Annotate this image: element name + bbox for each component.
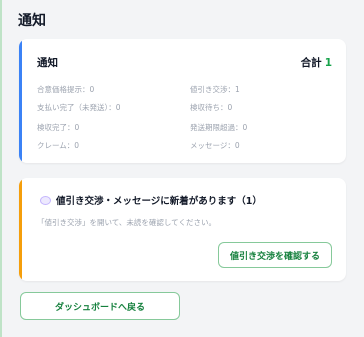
stat-price-offer: 合意価格提示：0: [37, 85, 95, 94]
summary-total: 合計 1: [301, 55, 332, 70]
total-count: 1: [324, 57, 332, 69]
page-title: 通知: [18, 13, 46, 29]
summary-title: 通知: [37, 57, 58, 69]
back-to-dashboard-button[interactable]: ダッシュボードへ戻る: [20, 292, 180, 320]
check-negotiation-button[interactable]: 値引き交渉を確認する: [218, 242, 332, 268]
total-label: 合計: [300, 57, 322, 69]
stat-claims: クレーム：0: [37, 141, 80, 150]
stat-payment-complete: 支払い完了（未発送）：0: [37, 103, 121, 112]
speech-bubble-icon: [40, 195, 51, 205]
stat-price-negotiation: 値引き交渉：1: [190, 85, 240, 94]
stat-inspection-complete: 検収完了：0: [37, 123, 80, 132]
page-left-border: [0, 0, 2, 337]
alert-description: 「値引き交渉」を開いて、未読を確認してください。: [37, 218, 216, 227]
alert-heading: 値引き交渉・メッセージに新着があります（1）: [56, 196, 262, 207]
notification-summary-card: 通知 合計 1 合意価格提示：0 値引き交渉：1 支払い完了（未発送）：0 検収待…: [19, 39, 346, 163]
alert-accent-bar: [19, 178, 22, 281]
stat-awaiting-inspection: 検収待ち：0: [190, 103, 233, 112]
stat-shipping-overdue: 発送期限超過：0: [190, 123, 248, 132]
alert-heading-row: 値引き交渉・メッセージに新着があります（1）: [40, 193, 262, 207]
new-message-alert-card: 値引き交渉・メッセージに新着があります（1） 「値引き交渉」を開いて、未読を確認…: [19, 178, 346, 281]
stat-messages: メッセージ：0: [190, 141, 240, 150]
card-accent-bar: [19, 39, 22, 163]
